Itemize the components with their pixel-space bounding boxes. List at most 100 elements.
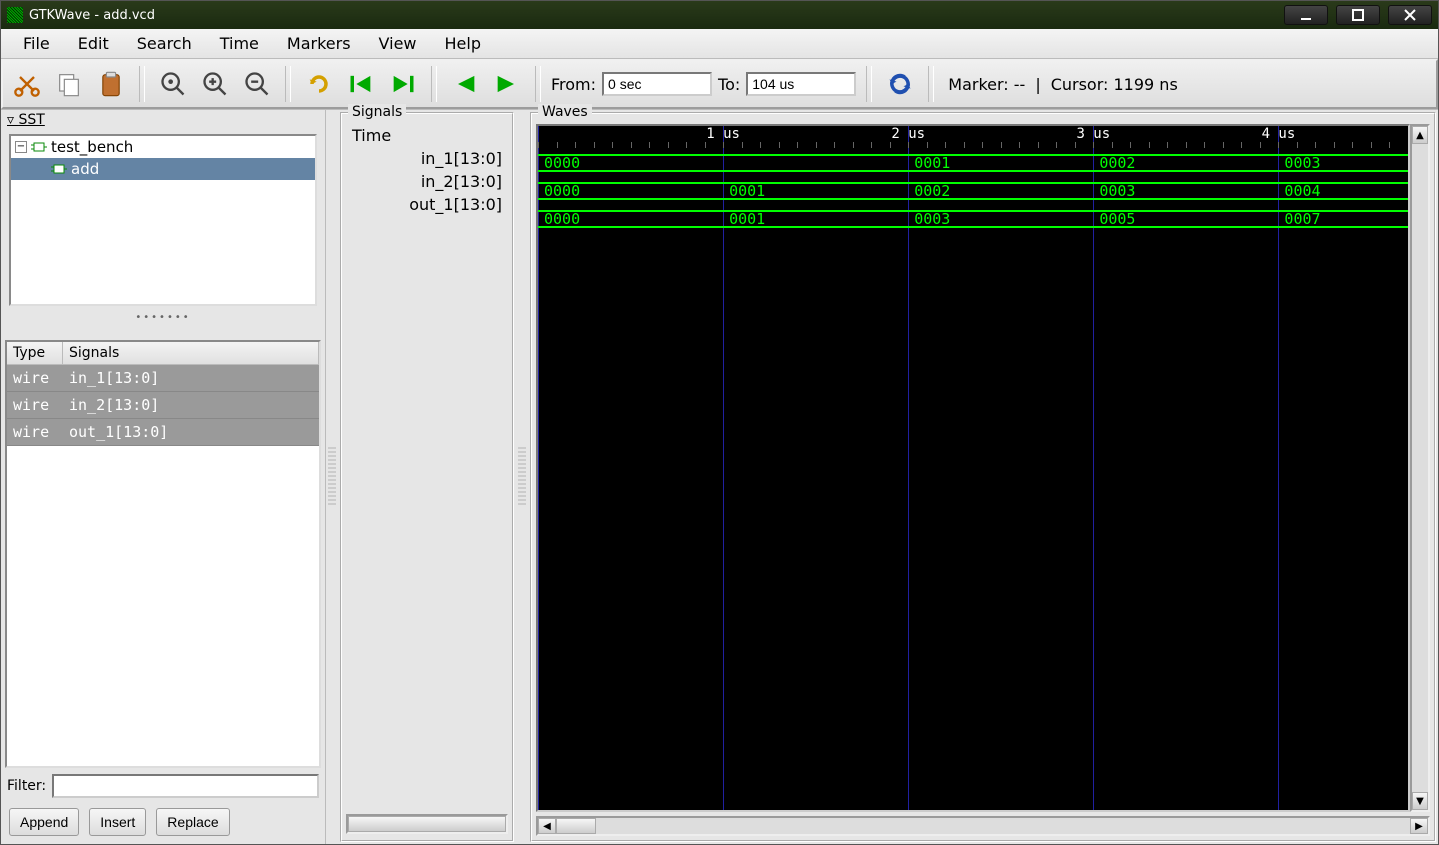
ruler-tick: 3 us: [1063, 126, 1123, 142]
menu-edit[interactable]: Edit: [64, 30, 123, 57]
scroll-up-icon[interactable]: ▲: [1412, 126, 1428, 144]
wave-value: 0007: [1278, 210, 1320, 228]
filter-row: Filter:: [1, 768, 325, 804]
table-row[interactable]: wirein_1[13:0]: [7, 365, 319, 392]
minimize-button[interactable]: [1284, 5, 1328, 25]
tree-toggle-icon[interactable]: −: [15, 141, 27, 153]
signal-name[interactable]: in_2[13:0]: [346, 170, 508, 193]
replace-button[interactable]: Replace: [156, 808, 229, 836]
col-signals[interactable]: Signals: [63, 342, 319, 364]
titlebar[interactable]: GTKWave - add.vcd: [1, 1, 1438, 29]
wave-value: 0005: [1093, 210, 1135, 228]
next-edge-icon[interactable]: [489, 66, 525, 102]
separator: [285, 66, 291, 102]
to-input[interactable]: [746, 72, 856, 96]
main-area: ▿ SST − test_bench add •••••••: [1, 109, 1438, 844]
waves-panel: Waves 1 us2 us3 us4 us000000010002000300…: [530, 112, 1436, 842]
close-button[interactable]: [1388, 5, 1432, 25]
scroll-left-icon[interactable]: ◀: [538, 818, 556, 834]
to-label: To:: [718, 75, 740, 94]
scroll-thumb[interactable]: [556, 818, 596, 834]
waves-pane: Waves 1 us2 us3 us4 us000000010002000300…: [528, 110, 1438, 844]
cursor-status: Cursor: 1199 ns: [1051, 75, 1178, 94]
signals-pane: Signals Time in_1[13:0] in_2[13:0] out_1…: [338, 110, 516, 844]
table-row[interactable]: wirein_2[13:0]: [7, 392, 319, 419]
paste-icon[interactable]: [93, 66, 129, 102]
wave-value: 0003: [1278, 154, 1320, 172]
separator: [139, 66, 145, 102]
signals-panel: Signals Time in_1[13:0] in_2[13:0] out_1…: [340, 112, 514, 842]
menu-time[interactable]: Time: [206, 30, 273, 57]
copy-icon[interactable]: [51, 66, 87, 102]
waves-hscrollbar[interactable]: ◀ ▶: [536, 816, 1430, 836]
sst-panel: ▿ SST − test_bench add •••••••: [1, 110, 325, 340]
prev-edge-icon[interactable]: [447, 66, 483, 102]
wave-value: 0001: [723, 210, 765, 228]
wave-row: 00000001000300050007: [538, 206, 1408, 234]
app-window: GTKWave - add.vcd File Edit Search Time …: [0, 0, 1439, 845]
filter-label: Filter:: [7, 778, 46, 794]
ruler-tick: 1 us: [693, 126, 753, 142]
zoom-fit-icon[interactable]: [155, 66, 191, 102]
table-row[interactable]: wireout_1[13:0]: [7, 419, 319, 446]
separator: [535, 66, 541, 102]
cut-icon[interactable]: [9, 66, 45, 102]
marker-status: Marker: --: [948, 75, 1025, 94]
go-start-icon[interactable]: [343, 66, 379, 102]
wave-value: 0001: [723, 182, 765, 200]
separator: [431, 66, 437, 102]
waves-title: Waves: [538, 104, 592, 120]
vertical-splitter[interactable]: [328, 447, 336, 507]
pane-divider[interactable]: •••••••: [1, 312, 325, 323]
separator: [866, 66, 872, 102]
type-signals-table[interactable]: Type Signals wirein_1[13:0] wirein_2[13:…: [5, 340, 321, 768]
zoom-in-icon[interactable]: [197, 66, 233, 102]
insert-button[interactable]: Insert: [89, 808, 146, 836]
time-label: Time: [346, 124, 508, 147]
wave-value: 0000: [538, 182, 580, 200]
filter-input[interactable]: [52, 774, 319, 798]
menu-help[interactable]: Help: [431, 30, 495, 57]
wave-value: 0002: [908, 182, 950, 200]
signals-title: Signals: [348, 104, 406, 120]
signal-name[interactable]: in_1[13:0]: [346, 147, 508, 170]
from-label: From:: [551, 75, 596, 94]
signal-name[interactable]: out_1[13:0]: [346, 193, 508, 216]
menu-file[interactable]: File: [9, 30, 64, 57]
zoom-out-icon[interactable]: [239, 66, 275, 102]
wave-row: 00000001000200030004: [538, 178, 1408, 206]
button-row: Append Insert Replace: [1, 804, 325, 844]
go-end-icon[interactable]: [385, 66, 421, 102]
wave-canvas[interactable]: 1 us 2 us 3 us 4 us 0000 0001 0002 0003 0000 0001…: [536, 124, 1410, 812]
module-icon: [31, 140, 47, 154]
ruler-tick: 2 us: [878, 126, 938, 142]
reload-icon[interactable]: [882, 66, 918, 102]
tree-label: test_bench: [51, 138, 133, 156]
from-input[interactable]: [602, 72, 712, 96]
vertical-splitter[interactable]: [518, 447, 526, 507]
wave-value: 0003: [908, 210, 950, 228]
ruler-tick: 4 us: [1248, 126, 1308, 142]
menu-search[interactable]: Search: [123, 30, 206, 57]
signals-hscrollbar[interactable]: [346, 814, 508, 834]
window-title: GTKWave - add.vcd: [29, 8, 155, 23]
append-button[interactable]: Append: [9, 808, 79, 836]
scroll-down-icon[interactable]: ▼: [1412, 792, 1428, 810]
tree-row-add[interactable]: add: [11, 158, 315, 180]
waves-vscrollbar[interactable]: ▲ ▼: [1410, 124, 1430, 812]
undo-icon[interactable]: [301, 66, 337, 102]
tree-row-test-bench[interactable]: − test_bench: [11, 136, 315, 158]
sst-tree[interactable]: − test_bench add: [9, 134, 317, 306]
sst-title[interactable]: ▿ SST: [1, 110, 325, 130]
scroll-right-icon[interactable]: ▶: [1410, 818, 1428, 834]
maximize-button[interactable]: [1336, 5, 1380, 25]
wave-value: 0001: [908, 154, 950, 172]
module-icon: [51, 162, 67, 176]
wave-value: 0002: [1093, 154, 1135, 172]
menu-markers[interactable]: Markers: [273, 30, 365, 57]
col-type[interactable]: Type: [7, 342, 63, 364]
status-sep: |: [1035, 75, 1040, 94]
wave-value: 0000: [538, 154, 580, 172]
menu-view[interactable]: View: [365, 30, 431, 57]
wave-value: 0003: [1093, 182, 1135, 200]
